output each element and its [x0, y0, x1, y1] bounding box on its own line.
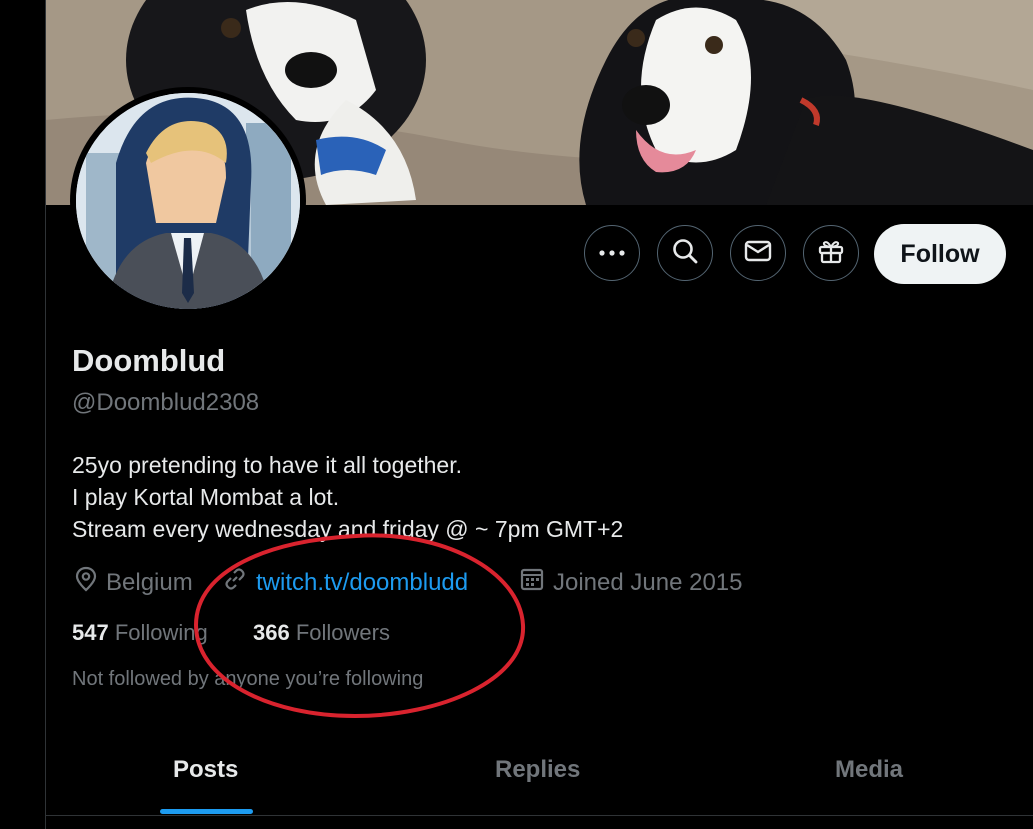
tabs-divider	[46, 815, 1033, 816]
avatar[interactable]	[70, 87, 306, 315]
website-link[interactable]: twitch.tv/doombludd	[256, 569, 468, 597]
profile-name: Doomblud	[72, 343, 226, 378]
more-button[interactable]	[584, 225, 640, 281]
avatar-image	[76, 93, 300, 309]
bio-line: I play Kortal Mombat a lot.	[72, 484, 340, 510]
left-edge	[0, 0, 45, 829]
location-text: Belgium	[106, 568, 193, 596]
profile-bio: 25yo pretending to have it all together.…	[72, 449, 623, 545]
message-button[interactable]	[730, 225, 786, 281]
gift-button[interactable]	[803, 225, 859, 281]
website-item[interactable]: twitch.tv/doombludd	[222, 566, 468, 599]
gift-icon	[817, 237, 845, 270]
tab-posts[interactable]: Posts	[173, 756, 238, 784]
joined-item: Joined June 2015	[519, 566, 743, 599]
following-label: Following	[114, 620, 208, 645]
followers-count-link[interactable]: 366 Followers	[253, 620, 390, 646]
calendar-icon	[519, 566, 545, 599]
search-icon	[671, 237, 699, 270]
link-icon	[222, 566, 248, 599]
location-item: Belgium	[74, 566, 193, 599]
followers-count: 366	[253, 620, 290, 645]
search-button[interactable]	[657, 225, 713, 281]
bio-line: 25yo pretending to have it all together.	[72, 452, 463, 478]
location-icon	[74, 566, 98, 599]
not-followed-notice: Not followed by anyone you’re following	[72, 668, 424, 690]
joined-text: Joined June 2015	[553, 568, 743, 596]
followers-label: Followers	[295, 620, 390, 645]
following-count: 547	[72, 620, 109, 645]
tab-replies[interactable]: Replies	[495, 756, 580, 784]
mail-icon	[744, 239, 772, 268]
following-count-link[interactable]: 547 Following	[72, 620, 208, 646]
tab-media[interactable]: Media	[835, 756, 903, 784]
profile-handle: @Doomblud2308	[72, 389, 260, 416]
more-icon	[598, 244, 626, 262]
active-tab-indicator	[160, 809, 253, 814]
follow-button[interactable]: Follow	[874, 224, 1006, 284]
bio-line: Stream every wednesday and friday @ ~ 7p…	[72, 516, 624, 542]
